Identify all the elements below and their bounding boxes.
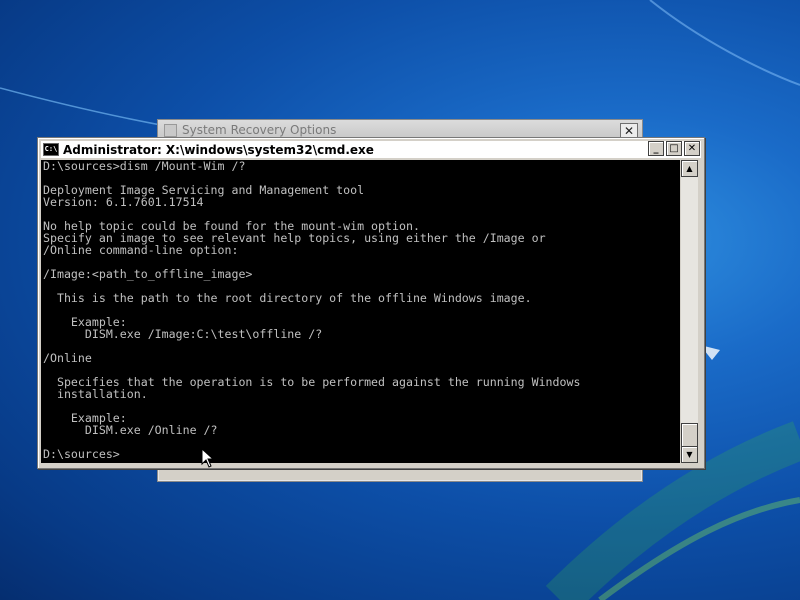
scrollbar-thumb[interactable]: [681, 423, 698, 447]
recovery-title: System Recovery Options: [182, 123, 337, 137]
scroll-down-arrow-icon[interactable]: ▼: [681, 446, 698, 463]
maximize-button[interactable]: □: [666, 141, 682, 156]
console-line: DISM.exe /Image:C:\test\offline /?: [43, 327, 323, 341]
cmd-title-bar[interactable]: C:\ Administrator: X:\windows\system32\c…: [41, 141, 701, 158]
cmd-window-title: Administrator: X:\windows\system32\cmd.e…: [63, 142, 374, 157]
minimize-button[interactable]: _: [648, 141, 664, 156]
vertical-scrollbar[interactable]: ▲ ▼: [681, 160, 698, 463]
console-line: /Online command-line option:: [43, 243, 239, 257]
console-output[interactable]: D:\sources>dism /Mount-Wim /? Deployment …: [41, 160, 680, 463]
mouse-pointer-icon: [201, 448, 215, 468]
console-line: DISM.exe /Online /?: [43, 423, 218, 437]
cmd-window: C:\ Administrator: X:\windows\system32\c…: [37, 137, 705, 469]
recovery-shield-icon: [164, 123, 177, 137]
console-line: /Online: [43, 351, 92, 365]
scroll-up-arrow-icon[interactable]: ▲: [681, 160, 698, 177]
window-controls: _ □ ✕: [648, 141, 700, 156]
console-line: /Image:<path_to_offline_image>: [43, 267, 253, 281]
cmd-console-icon[interactable]: C:\: [43, 143, 59, 156]
console-line: This is the path to the root directory o…: [43, 291, 532, 305]
console-line: installation.: [43, 387, 148, 401]
console-line: Version: 6.1.7601.17514: [43, 195, 204, 209]
console-line: D:\sources>dism /Mount-Wim /?: [43, 160, 246, 173]
console-line: D:\sources>: [43, 447, 120, 461]
close-button[interactable]: ✕: [684, 141, 700, 156]
